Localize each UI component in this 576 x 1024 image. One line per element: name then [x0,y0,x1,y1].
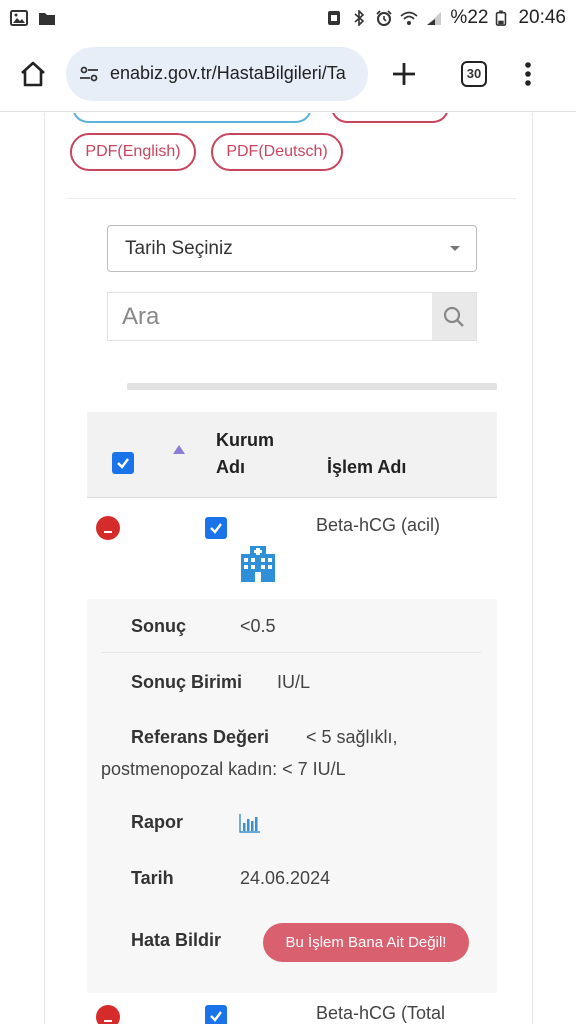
page-content: PDF(English) PDF(Deutsch) Tarih Seçiniz … [0,113,576,1024]
report-chart-icon[interactable] [239,813,261,833]
result-value: <0.5 [240,616,276,636]
pdf-deutsch-button[interactable]: PDF(Deutsch) [211,133,343,171]
check-icon [117,458,129,469]
pdf-english-button[interactable]: PDF(English) [70,133,196,171]
export-button-partial[interactable] [331,113,449,123]
column-header-institution[interactable]: Kurum Adı [216,427,274,481]
unit-value: IU/L [277,672,311,692]
tab-switcher-button[interactable]: 30 [440,36,500,112]
not-my-procedure-button[interactable]: Bu İşlem Bana Ait Değil! [263,923,469,962]
bluetooth-icon [354,10,365,26]
date-select-value: Tarih Seçiniz [125,237,233,259]
folder-notification-icon [39,13,55,25]
sort-asc-icon[interactable] [173,445,185,454]
tab-count: 30 [461,60,487,87]
table-row: Beta-hCG (Total [87,993,497,1024]
column-header-procedure[interactable]: İşlem Adı [327,454,406,481]
reference-label: Referans Değeri [131,727,270,747]
nfc-icon [328,11,341,25]
column-header-institution-line2: Adı [216,457,245,477]
search-icon [443,306,464,327]
collapse-row-button[interactable] [96,516,120,540]
export-button-partial[interactable] [72,113,312,123]
alarm-icon [376,10,393,26]
clock: 20:46 [518,7,566,28]
check-icon [210,523,222,534]
error-report-label: Hata Bildir [131,930,222,950]
reference-value-line1: < 5 sağlıklı, [306,727,398,747]
image-notification-icon [10,10,28,26]
plus-icon [393,62,415,85]
home-button[interactable] [0,36,66,112]
row-checkbox[interactable] [205,517,227,539]
row-checkbox[interactable] [205,1005,227,1024]
more-vert-icon [525,61,531,86]
table-header: Kurum Adı İşlem Adı [87,412,497,498]
browser-toolbar: enabiz.gov.tr/HastaBilgileri/Ta 30 [0,36,576,112]
unit-label: Sonuç Birimi [131,672,243,692]
url-text: enabiz.gov.tr/HastaBilgileri/Ta [110,63,346,83]
date-select[interactable]: Tarih Seçiniz [107,225,477,272]
column-header-institution-line1: Kurum [216,430,274,450]
battery-icon [496,10,507,26]
table-row: Beta-hCG (acil) [87,499,497,599]
detail-divider [101,652,481,653]
procedure-name: Beta-hCG (acil) [316,515,441,535]
date-label: Tarih [131,868,174,888]
search-button[interactable] [432,293,476,340]
row-details: Sonuç <0.5 Sonuç Birimi IU/L Referans De… [87,599,497,993]
browser-menu-button[interactable] [500,36,556,112]
wifi-icon [400,11,419,25]
home-icon [21,61,45,86]
search-input[interactable] [108,293,432,340]
section-divider [66,198,516,199]
result-label: Sonuç [131,616,187,636]
date-value: 24.06.2024 [240,868,331,888]
search-group [107,292,477,341]
check-icon [210,1011,222,1022]
reference-value-line2: postmenopozal kadın: < 7 IU/L [101,759,346,779]
site-settings-icon[interactable] [78,63,100,85]
collapse-row-button[interactable] [96,1005,120,1024]
new-tab-button[interactable] [368,36,440,112]
select-all-checkbox[interactable] [112,452,134,474]
horizontal-scrollbar[interactable] [127,383,497,390]
hospital-icon [241,546,275,582]
procedure-name: Beta-hCG (Total [316,1003,446,1023]
signal-icon [427,12,442,25]
report-label: Rapor [131,812,184,832]
battery-percent: %22 [450,7,489,28]
status-bar: %22 20:46 [0,0,576,36]
address-bar[interactable]: enabiz.gov.tr/HastaBilgileri/Ta [66,46,368,101]
caret-down-icon [450,246,460,251]
